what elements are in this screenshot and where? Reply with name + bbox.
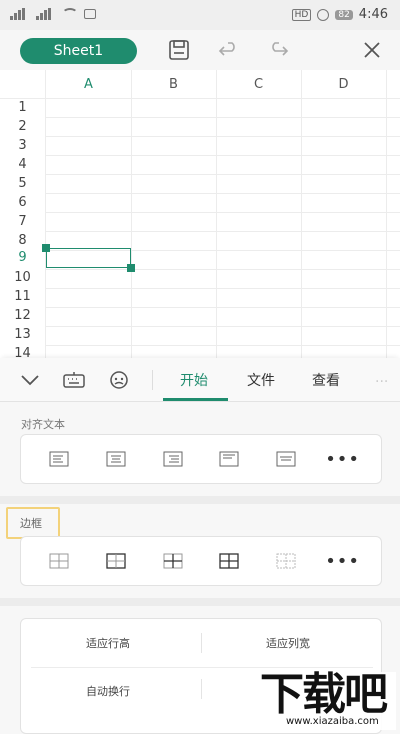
border-outer-icon[interactable] — [101, 546, 131, 576]
row-header[interactable]: 7 — [0, 212, 45, 231]
row-header[interactable]: 10 — [0, 268, 45, 287]
border-more-button[interactable]: ••• — [325, 546, 359, 576]
keyboard-icon[interactable] — [62, 368, 86, 392]
row-header[interactable]: 13 — [0, 325, 45, 344]
row-header[interactable]: 2 — [0, 117, 45, 136]
fit-row-height-button[interactable]: 适应行高 — [86, 635, 130, 651]
wifi-icon — [62, 8, 78, 20]
sheet-name-button[interactable]: Sheet1 — [20, 38, 137, 64]
ribbon-tabs-bar: 开始 文件 查看 ... — [0, 358, 400, 402]
column-header-d[interactable]: D — [301, 70, 386, 98]
collapse-chevron-icon[interactable] — [18, 368, 42, 392]
column-header-c[interactable]: C — [216, 70, 301, 98]
watermark-logo: 下载吧 www.xiazaiba.com — [260, 672, 396, 730]
align-left-icon[interactable] — [44, 444, 74, 474]
watermark-url: www.xiazaiba.com — [286, 716, 379, 727]
assistant-icon[interactable] — [107, 368, 131, 392]
align-more-button[interactable]: ••• — [325, 444, 359, 474]
row-header[interactable]: 6 — [0, 193, 45, 212]
align-right-icon[interactable] — [158, 444, 188, 474]
undo-icon[interactable] — [215, 36, 243, 64]
align-top-icon[interactable] — [214, 444, 244, 474]
section-divider — [0, 496, 400, 504]
row-header[interactable]: 4 — [0, 155, 45, 174]
save-icon[interactable] — [165, 36, 193, 64]
align-middle-icon[interactable] — [271, 444, 301, 474]
border-section-label: 边框 — [20, 517, 42, 530]
tab-more[interactable]: ... — [375, 370, 388, 386]
toolbar: Sheet1 — [0, 30, 400, 70]
selection-handle-top-left[interactable] — [42, 244, 50, 252]
watermark-title: 下载吧 — [260, 669, 388, 720]
border-all-icon[interactable] — [44, 546, 74, 576]
column-header-b[interactable]: B — [131, 70, 216, 98]
row-header-active[interactable]: 9 — [0, 248, 45, 267]
close-icon[interactable] — [358, 36, 386, 64]
section-divider — [0, 598, 400, 606]
active-tab-indicator — [163, 398, 228, 401]
row-header[interactable]: 1 — [0, 98, 45, 117]
clock: 4:46 — [358, 7, 388, 22]
align-card: ••• — [20, 434, 382, 484]
status-bar: HD 82 4:46 — [0, 0, 400, 30]
selected-cell-a9[interactable] — [46, 248, 131, 268]
signal-icon-2 — [36, 8, 56, 20]
row-header[interactable]: 11 — [0, 287, 45, 306]
battery-indicator: 82 — [335, 9, 353, 20]
row-header[interactable]: 3 — [0, 136, 45, 155]
tab-file[interactable]: 文件 — [247, 370, 275, 390]
border-inner-icon[interactable] — [158, 546, 188, 576]
hd-badge: HD — [291, 8, 312, 21]
selection-handle-bottom-right[interactable] — [127, 264, 135, 272]
column-header-a[interactable]: A — [46, 70, 131, 98]
align-section-label: 对齐文本 — [21, 418, 65, 431]
spreadsheet-grid[interactable]: A B C D 1 2 3 4 5 6 7 8 9 10 11 12 13 14 — [0, 70, 400, 360]
wrap-text-button[interactable]: 自动换行 — [86, 683, 130, 699]
fit-column-width-button[interactable]: 适应列宽 — [266, 635, 310, 651]
align-center-icon[interactable] — [101, 444, 131, 474]
alarm-icon — [317, 8, 330, 21]
border-none-icon[interactable] — [271, 546, 301, 576]
image-icon — [84, 9, 96, 19]
redo-icon[interactable] — [264, 36, 292, 64]
row-header[interactable]: 12 — [0, 306, 45, 325]
row-header[interactable]: 5 — [0, 174, 45, 193]
border-card: ••• — [20, 536, 382, 586]
tab-view[interactable]: 查看 — [312, 370, 340, 390]
border-thick-icon[interactable] — [214, 546, 244, 576]
signal-icon — [10, 8, 30, 20]
tab-start[interactable]: 开始 — [180, 370, 208, 390]
